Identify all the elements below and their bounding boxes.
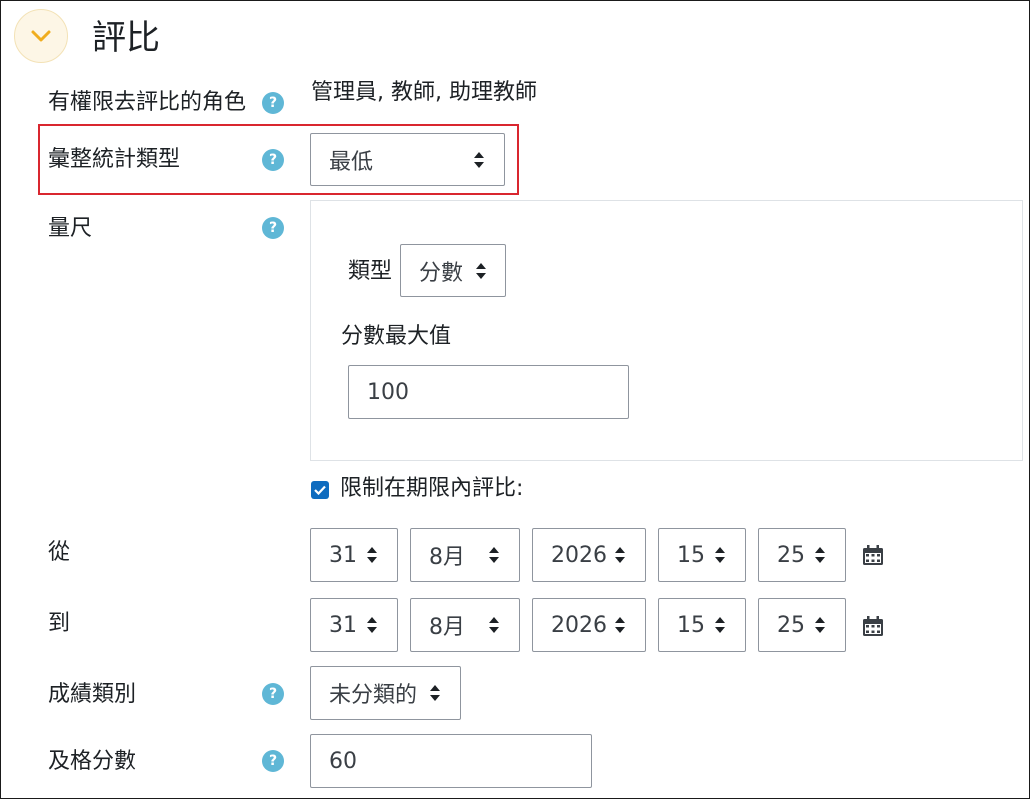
from-day-select[interactable]: 31	[310, 528, 398, 582]
scale-type-value: 分數	[419, 260, 464, 286]
grade-pass-value: 60	[329, 748, 357, 774]
from-label: 從	[48, 540, 71, 565]
sort-arrows-icon	[715, 547, 725, 563]
restrict-label[interactable]: 限制在期限內評比:	[340, 474, 523, 504]
from-hour-select[interactable]: 15	[658, 528, 746, 582]
sort-arrows-icon	[474, 151, 484, 168]
scale-max-input[interactable]: 100	[348, 365, 629, 419]
scale-max-value: 100	[367, 379, 409, 405]
calendar-icon[interactable]	[862, 544, 884, 566]
sort-arrows-icon	[430, 685, 440, 701]
sort-arrows-icon	[489, 617, 499, 633]
grade-category-help-icon[interactable]: ?	[262, 683, 284, 705]
check-icon	[314, 485, 326, 495]
grade-category-select[interactable]: 未分類的	[310, 666, 461, 720]
roles-help-icon[interactable]: ?	[262, 92, 284, 114]
from-month-select[interactable]: 8月	[410, 528, 520, 582]
from-day-value: 31	[329, 542, 357, 568]
sort-arrows-icon	[815, 547, 825, 563]
grade-pass-input[interactable]: 60	[310, 734, 592, 788]
scale-label: 量尺	[48, 216, 93, 241]
grade-pass-label: 及格分數	[48, 749, 137, 774]
from-minute-value: 25	[777, 542, 805, 568]
scale-type-select[interactable]: 分數	[400, 244, 506, 297]
collapse-section-button[interactable]	[14, 9, 68, 63]
roles-value: 管理員, 教師, 助理教師	[311, 80, 537, 105]
section-title: 評比	[92, 18, 160, 58]
from-month-value: 8月	[429, 545, 465, 570]
sort-arrows-icon	[615, 617, 625, 633]
calendar-icon[interactable]	[862, 615, 884, 637]
aggregate-help-icon[interactable]: ?	[262, 149, 284, 171]
to-day-value: 31	[329, 612, 357, 638]
grade-pass-help-icon[interactable]: ?	[262, 750, 284, 772]
from-minute-select[interactable]: 25	[758, 528, 846, 582]
sort-arrows-icon	[715, 617, 725, 633]
to-label: 到	[48, 611, 71, 636]
sort-arrows-icon	[489, 547, 499, 563]
to-minute-value: 25	[777, 612, 805, 638]
scale-help-icon[interactable]: ?	[262, 217, 284, 239]
to-year-value: 2026	[551, 612, 607, 638]
restrict-checkbox[interactable]	[311, 481, 329, 499]
sort-arrows-icon	[476, 262, 486, 279]
to-month-select[interactable]: 8月	[410, 598, 520, 652]
to-month-value: 8月	[429, 615, 465, 640]
to-day-select[interactable]: 31	[310, 598, 398, 652]
scale-max-label: 分數最大值	[341, 324, 452, 349]
sort-arrows-icon	[815, 617, 825, 633]
sort-arrows-icon	[367, 547, 377, 563]
aggregate-select-value: 最低	[329, 149, 374, 175]
from-year-select[interactable]: 2026	[532, 528, 646, 582]
aggregate-select[interactable]: 最低	[310, 133, 505, 186]
chevron-down-icon	[31, 30, 51, 42]
from-year-value: 2026	[551, 542, 607, 568]
from-hour-value: 15	[677, 542, 705, 568]
to-minute-select[interactable]: 25	[758, 598, 846, 652]
aggregate-label: 彙整統計類型	[48, 147, 181, 172]
grade-category-value: 未分類的	[329, 683, 418, 708]
to-hour-select[interactable]: 15	[658, 598, 746, 652]
roles-label: 有權限去評比的角色	[48, 90, 247, 115]
sort-arrows-icon	[367, 617, 377, 633]
sort-arrows-icon	[615, 547, 625, 563]
grade-category-label: 成績類別	[48, 682, 137, 707]
to-year-select[interactable]: 2026	[532, 598, 646, 652]
to-hour-value: 15	[677, 612, 705, 638]
scale-type-label: 類型	[348, 259, 393, 284]
